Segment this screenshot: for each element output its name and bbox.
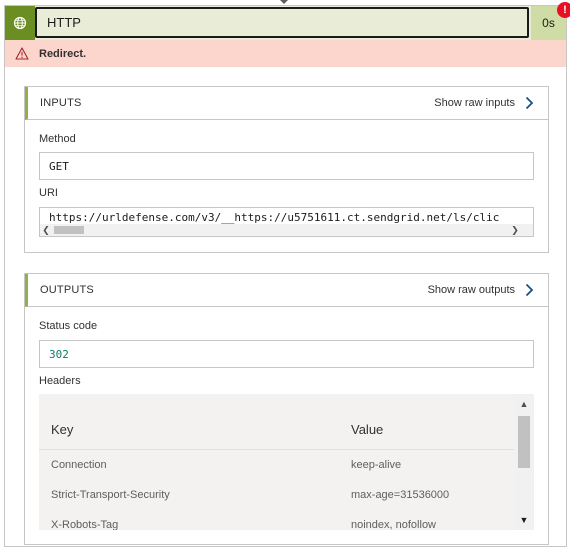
table-row: Connection keep-alive xyxy=(39,451,514,481)
header-value: keep-alive xyxy=(351,459,402,471)
uri-value: https://urldefense.com/v3/__https://u575… xyxy=(49,211,500,224)
scroll-down-icon[interactable]: ▼ xyxy=(514,512,534,528)
status-code-field[interactable]: 302 xyxy=(39,340,534,368)
chevron-right-icon[interactable] xyxy=(525,96,534,110)
globe-icon xyxy=(5,6,35,40)
error-message: Redirect. xyxy=(39,47,87,60)
header-value: noindex, nofollow xyxy=(351,519,437,530)
connector-arrow xyxy=(280,0,288,4)
scroll-right-icon[interactable]: ❯ xyxy=(509,224,521,236)
scrollbar-thumb[interactable] xyxy=(54,226,84,234)
scroll-up-icon[interactable]: ▲ xyxy=(514,396,534,412)
method-label: Method xyxy=(39,133,76,145)
outputs-title: OUTPUTS xyxy=(40,284,94,296)
inputs-section: INPUTS Show raw inputs Method GET URI ht… xyxy=(24,86,549,253)
action-title-box[interactable]: HTTP xyxy=(35,7,529,38)
action-header[interactable]: HTTP 0s xyxy=(5,6,566,40)
warning-icon xyxy=(15,47,29,60)
table-row: X-Robots-Tag noindex, nofollow xyxy=(39,511,514,530)
error-banner: Redirect. xyxy=(5,40,566,67)
headers-table[interactable]: Key Value Connection keep-alive Strict-T… xyxy=(39,394,534,530)
uri-field[interactable]: https://urldefense.com/v3/__https://u575… xyxy=(39,207,534,237)
show-raw-inputs-link[interactable]: Show raw inputs xyxy=(434,97,515,109)
value-column-header: Value xyxy=(351,422,384,437)
headers-label: Headers xyxy=(39,375,81,387)
table-row: Strict-Transport-Security max-age=315360… xyxy=(39,481,514,511)
outputs-section: OUTPUTS Show raw outputs Status code 302… xyxy=(24,273,549,545)
show-raw-outputs-link[interactable]: Show raw outputs xyxy=(428,284,515,296)
action-title: HTTP xyxy=(47,15,81,30)
header-key: Connection xyxy=(51,459,107,471)
status-code-label: Status code xyxy=(39,320,98,332)
uri-label: URI xyxy=(39,187,58,199)
uri-horizontal-scrollbar[interactable]: ❮ ❯ xyxy=(40,224,533,236)
inputs-title: INPUTS xyxy=(40,97,82,109)
header-key: Strict-Transport-Security xyxy=(51,489,170,501)
header-key: X-Robots-Tag xyxy=(51,519,119,530)
scroll-left-icon[interactable]: ❮ xyxy=(40,224,52,236)
error-badge-icon: ! xyxy=(557,2,570,18)
outputs-header: OUTPUTS Show raw outputs xyxy=(25,274,548,307)
key-column-header: Key xyxy=(51,422,74,437)
method-field[interactable]: GET xyxy=(39,152,534,180)
headers-vertical-scrollbar[interactable]: ▲ ▼ xyxy=(514,394,534,530)
table-header: Key Value xyxy=(39,394,514,450)
http-action-card: HTTP 0s ! Redirect. INPUTS Show raw inpu… xyxy=(4,2,570,547)
header-value: max-age=31536000 xyxy=(351,489,450,501)
inputs-header: INPUTS Show raw inputs xyxy=(25,87,548,120)
scrollbar-thumb[interactable] xyxy=(518,416,530,468)
chevron-right-icon[interactable] xyxy=(525,283,534,297)
